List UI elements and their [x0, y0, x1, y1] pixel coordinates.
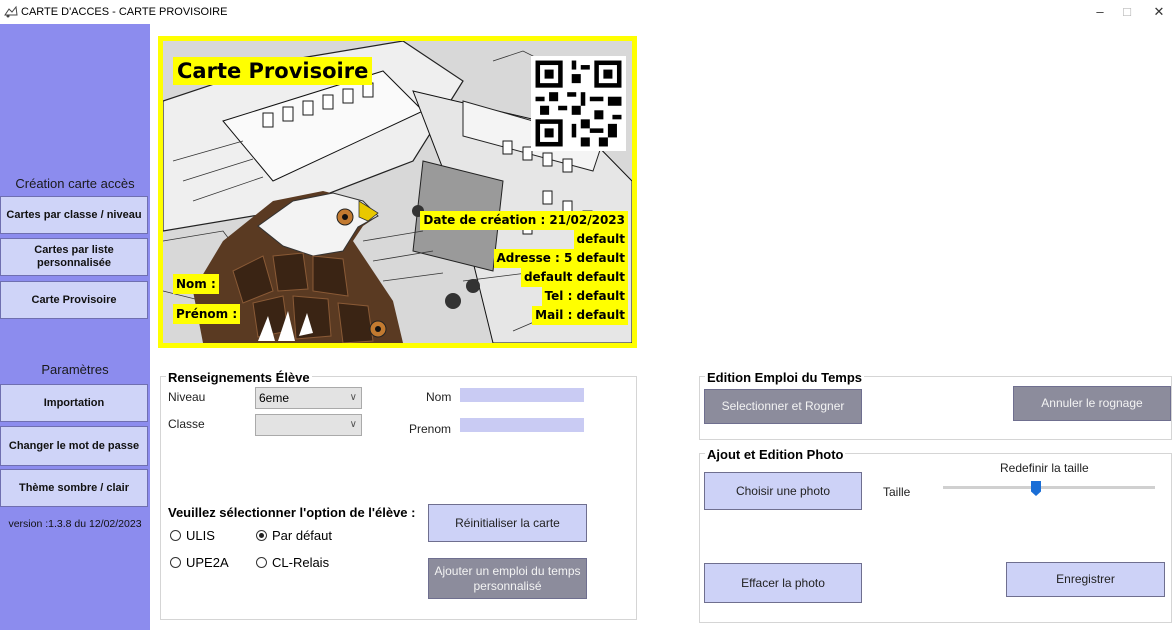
classe-label: Classe: [168, 417, 205, 431]
change-password-button[interactable]: Changer le mot de passe: [0, 426, 148, 466]
card-background-image: Carte Provisoire Date de création : 21/0…: [163, 41, 632, 343]
niveau-value: 6eme: [259, 391, 290, 405]
niveau-label: Niveau: [168, 390, 206, 404]
carte-provisoire-button[interactable]: Carte Provisoire: [0, 281, 148, 319]
app-icon: [4, 5, 18, 18]
importation-button[interactable]: Importation: [0, 384, 148, 422]
annuler-rognage-button[interactable]: Annuler le rognage: [1013, 386, 1171, 421]
option-defaut-radio[interactable]: Par défaut: [256, 528, 332, 543]
nom-label: Nom: [426, 390, 452, 404]
radio-checked-icon: [256, 530, 267, 541]
photo-group-title: Ajout et Edition Photo: [705, 447, 846, 462]
card-title: Carte Provisoire: [173, 57, 373, 85]
card-date-creation: Date de création : 21/02/2023: [420, 211, 628, 230]
niveau-select[interactable]: 6eme ∨: [255, 387, 362, 409]
taille-slider-track[interactable]: [943, 486, 1155, 489]
eleve-group-title: Renseignements Élève: [166, 370, 312, 385]
option-upe2a-label: UPE2A: [186, 555, 229, 570]
option-upe2a-radio[interactable]: UPE2A: [170, 555, 229, 570]
chevron-down-icon: ∨: [349, 392, 357, 403]
cartes-liste-button[interactable]: Cartes par liste personnalisée: [0, 238, 148, 276]
chevron-down-icon: ∨: [349, 419, 357, 430]
section-parametres-heading: Paramètres: [41, 362, 109, 377]
version-label: version :1.3.8 du 12/02/2023: [8, 518, 142, 530]
ajouter-edt-button[interactable]: Ajouter un emploi du temps personnalisé: [428, 558, 587, 599]
choisir-photo-button[interactable]: Choisir une photo: [704, 472, 862, 510]
reinitialiser-button[interactable]: Réinitialiser la carte: [428, 504, 587, 542]
title-bar: CARTE D'ACCES - CARTE PROVISOIRE – □ ✕: [0, 0, 1176, 24]
card-nom-label: Nom :: [173, 274, 219, 294]
classe-select[interactable]: ∨: [255, 414, 362, 436]
window-title: CARTE D'ACCES - CARTE PROVISOIRE: [21, 6, 228, 18]
theme-toggle-button[interactable]: Thème sombre / clair: [0, 469, 148, 507]
card-default-line: default: [573, 230, 628, 249]
prenom-label: Prenom: [409, 422, 452, 436]
radio-unchecked-icon: [170, 557, 181, 568]
close-button[interactable]: ✕: [1149, 2, 1169, 22]
minimize-button[interactable]: –: [1090, 2, 1110, 22]
taille-label: Taille: [883, 485, 911, 499]
radio-unchecked-icon: [256, 557, 267, 568]
edt-group-title: Edition Emploi du Temps: [705, 370, 865, 385]
radio-unchecked-icon: [170, 530, 181, 541]
maximize-button[interactable]: □: [1117, 2, 1137, 22]
effacer-photo-button[interactable]: Effacer la photo: [704, 563, 862, 603]
option-ulis-label: ULIS: [186, 528, 215, 543]
nom-input[interactable]: [460, 388, 584, 402]
selectionner-rogner-button[interactable]: Selectionner et Rogner: [704, 389, 862, 424]
card-preview: Carte Provisoire Date de création : 21/0…: [158, 36, 637, 348]
card-tel: Tel : default: [541, 287, 628, 306]
redefinir-taille-label: Redefinir la taille: [1000, 461, 1089, 475]
option-ulis-radio[interactable]: ULIS: [170, 528, 215, 543]
section-creation-heading: Création carte accès: [15, 176, 135, 191]
prenom-input[interactable]: [460, 418, 584, 432]
card-adresse: Adresse : 5 default: [493, 249, 628, 268]
card-prenom-label: Prénom :: [173, 304, 241, 324]
option-defaut-label: Par défaut: [272, 528, 332, 543]
sidebar: Création carte accès Cartes par classe /…: [0, 24, 150, 630]
card-adresse-2: default default: [520, 268, 628, 287]
card-mail: Mail : default: [532, 306, 628, 325]
enregistrer-button[interactable]: Enregistrer: [1006, 562, 1165, 597]
cartes-classe-button[interactable]: Cartes par classe / niveau: [0, 196, 148, 234]
qr-code-icon: [531, 56, 626, 151]
option-prompt: Veuillez sélectionner l'option de l'élèv…: [168, 505, 416, 520]
option-clrelais-label: CL-Relais: [272, 555, 330, 570]
option-clrelais-radio[interactable]: CL-Relais: [256, 555, 329, 570]
